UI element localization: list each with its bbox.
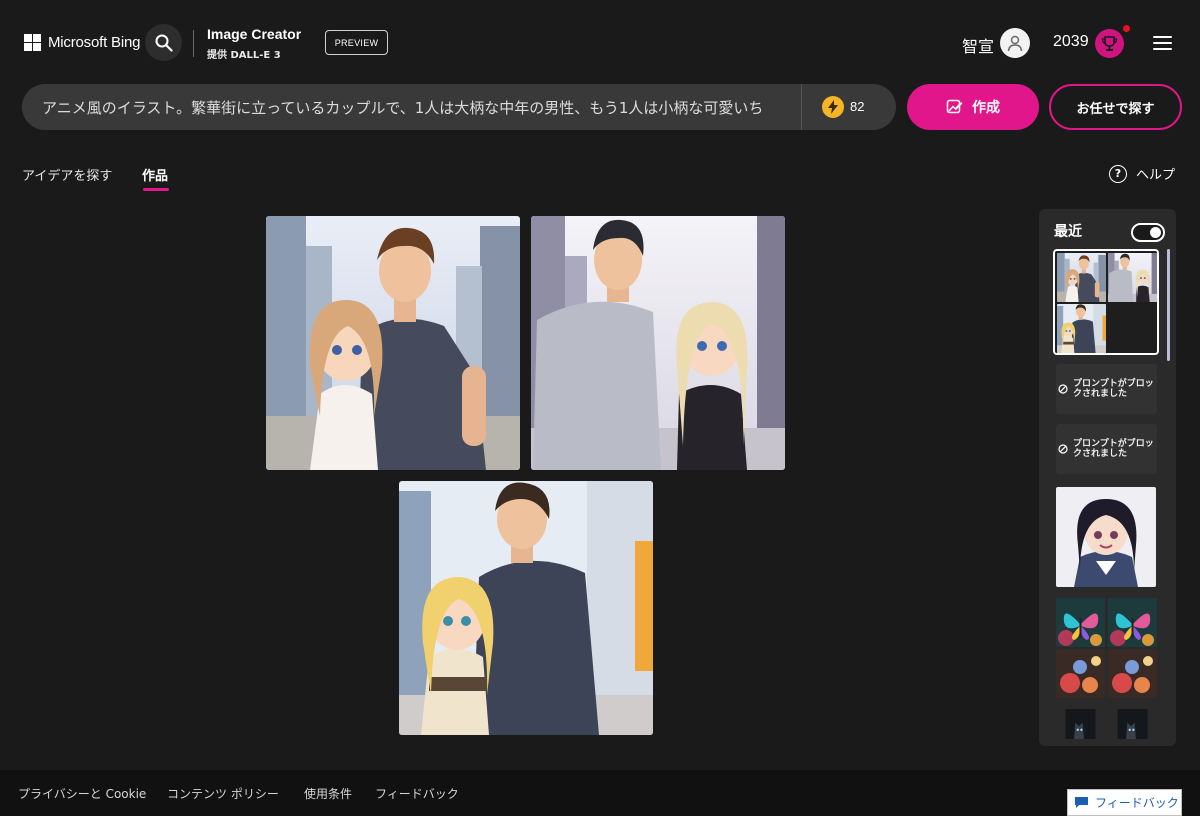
- user-avatar[interactable]: [1000, 28, 1030, 58]
- rewards-trophy-icon: [1101, 36, 1118, 51]
- brand-name: Microsoft Bing: [48, 34, 141, 51]
- recent-thumbnail: [1108, 649, 1157, 698]
- blocked-label: プロンプトがブロックされました: [1073, 439, 1154, 459]
- notification-dot: [1123, 25, 1130, 32]
- footer-link-terms[interactable]: 使用条件: [304, 785, 352, 802]
- sidebar-scrollbar[interactable]: [1167, 249, 1170, 361]
- recent-item-single-image[interactable]: [1056, 487, 1156, 587]
- rewards-points[interactable]: 2039: [1053, 33, 1089, 51]
- help-icon: ?: [1109, 164, 1127, 183]
- footer-link-privacy[interactable]: プライバシーと Cookie: [18, 785, 146, 802]
- prompt-input-bar[interactable]: アニメ風のイラスト。繁華街に立っているカップルで、1人は大柄な中年の男性、もう1…: [22, 84, 896, 130]
- recent-thumbnail: [1108, 598, 1157, 647]
- create-button[interactable]: 作成: [907, 84, 1039, 130]
- page-footer: プライバシーと Cookie コンテンツ ポリシー 使用条件 フィードバック: [0, 770, 1200, 816]
- recent-thumbnail: [1056, 598, 1105, 647]
- feedback-button-label: フィードバック: [1095, 796, 1179, 810]
- footer-link-feedback[interactable]: フィードバック: [375, 785, 459, 802]
- recent-item-butterfly-set[interactable]: [1056, 598, 1157, 698]
- active-tab-indicator: [143, 188, 169, 191]
- product-title[interactable]: Image Creator: [207, 26, 301, 42]
- blocked-label: プロンプトがブロックされました: [1073, 379, 1154, 399]
- recent-thumbnail: [1057, 304, 1106, 353]
- empty-slot: [1108, 304, 1157, 353]
- preview-badge: PREVIEW: [325, 30, 388, 55]
- bing-home-link[interactable]: Microsoft Bing: [24, 34, 140, 51]
- prompt-divider: [801, 84, 802, 130]
- header-divider: [193, 30, 194, 57]
- surprise-me-label: お任せで探す: [1076, 101, 1155, 117]
- prompt-input[interactable]: アニメ風のイラスト。繁華街に立っているカップルで、1人は大柄な中年の男性、もう1…: [42, 97, 780, 118]
- surprise-me-button[interactable]: お任せで探す: [1049, 84, 1182, 130]
- product-subtitle: 提供 DALL-E 3: [207, 50, 281, 61]
- recent-item-current-set[interactable]: [1053, 249, 1159, 355]
- recent-item-partial-set[interactable]: [1056, 709, 1157, 739]
- tab-creations[interactable]: 作品: [142, 165, 168, 184]
- user-avatar-icon: [1007, 35, 1023, 52]
- tab-explore-ideas[interactable]: アイデアを探す: [22, 165, 112, 184]
- recent-thumbnail: [1108, 709, 1157, 739]
- boost-bolt-icon: [822, 96, 844, 118]
- anime-couple-image: [266, 216, 520, 470]
- recent-thumbnail: [1056, 649, 1105, 698]
- recent-sidebar: 最近 プロンプトがブロックされました プロンプトがブロックされました: [1039, 209, 1176, 746]
- search-icon: [155, 34, 173, 52]
- rewards-button[interactable]: [1095, 29, 1124, 58]
- help-link[interactable]: ? ヘルプ: [1109, 164, 1175, 183]
- image-edit-icon: [946, 99, 963, 114]
- help-label: ヘルプ: [1136, 168, 1176, 183]
- anime-couple-image: [399, 481, 653, 735]
- feedback-button[interactable]: フィードバック: [1067, 789, 1182, 816]
- boost-count: 82: [850, 99, 865, 114]
- recent-item-blocked[interactable]: プロンプトがブロックされました: [1056, 364, 1157, 414]
- anime-girl-image: [1056, 487, 1156, 587]
- blocked-icon: [1058, 444, 1068, 454]
- user-name[interactable]: 智宣: [962, 33, 994, 57]
- generated-image-3[interactable]: [399, 481, 653, 735]
- top-header: Microsoft Bing Image Creator 提供 DALL-E 3…: [0, 0, 1200, 84]
- recent-thumbnail: [1057, 253, 1106, 302]
- recent-toggle[interactable]: [1131, 223, 1165, 242]
- anime-couple-image: [531, 216, 785, 470]
- recent-title: 最近: [1054, 224, 1082, 240]
- search-button[interactable]: [145, 24, 182, 61]
- hamburger-menu-icon[interactable]: [1153, 36, 1172, 50]
- chat-bubble-icon: [1075, 797, 1088, 808]
- recent-item-blocked[interactable]: プロンプトがブロックされました: [1056, 424, 1157, 474]
- generated-image-1[interactable]: [266, 216, 520, 470]
- windows-logo-icon: [24, 34, 41, 51]
- blocked-icon: [1058, 384, 1068, 394]
- recent-thumbnail: [1108, 253, 1157, 302]
- recent-thumbnail: [1056, 709, 1105, 739]
- create-button-label: 作成: [972, 100, 1000, 116]
- generated-image-2[interactable]: [531, 216, 785, 470]
- footer-link-content-policy[interactable]: コンテンツ ポリシー: [167, 785, 279, 802]
